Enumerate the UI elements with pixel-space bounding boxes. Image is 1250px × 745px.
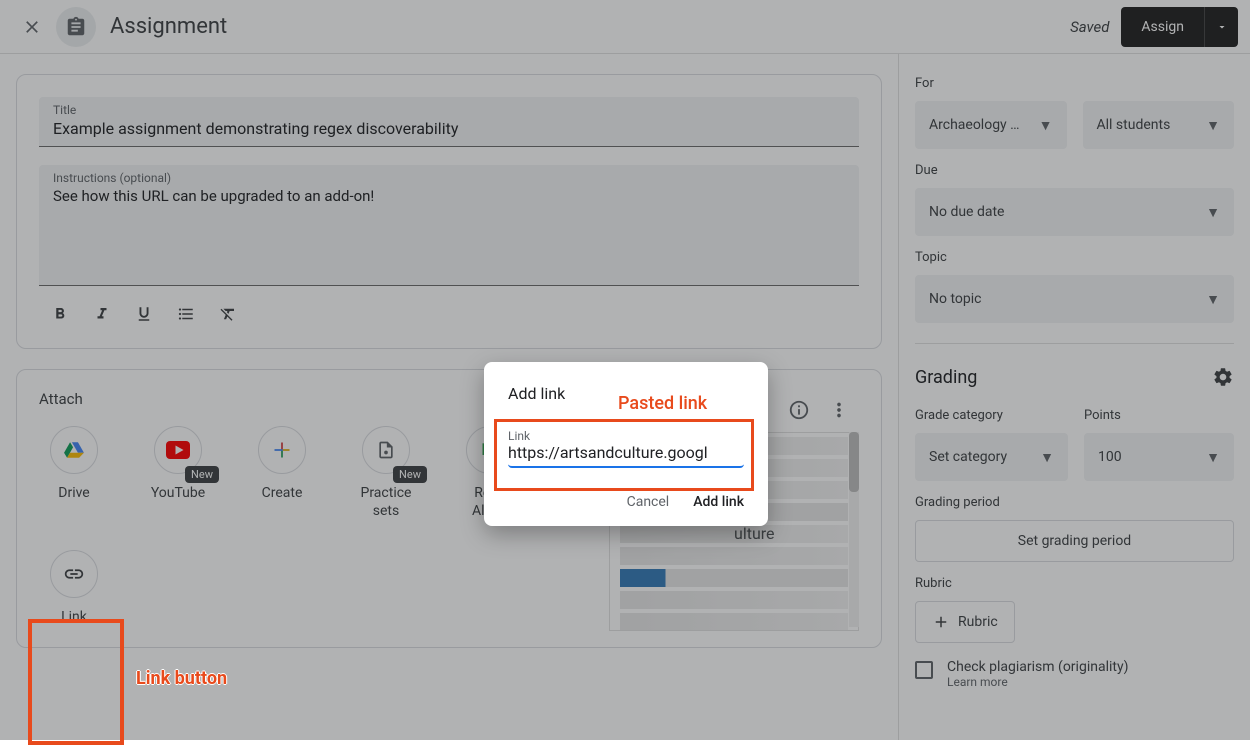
add-link-button[interactable]: Add link: [693, 494, 744, 510]
add-link-dialog: Add link Link https://artsandculture.goo…: [484, 362, 768, 526]
dialog-title: Add link: [508, 384, 744, 403]
cancel-button[interactable]: Cancel: [627, 494, 670, 510]
preview-title-fragment: ulture: [734, 524, 775, 543]
link-input[interactable]: Link https://artsandculture.googl: [508, 429, 744, 468]
